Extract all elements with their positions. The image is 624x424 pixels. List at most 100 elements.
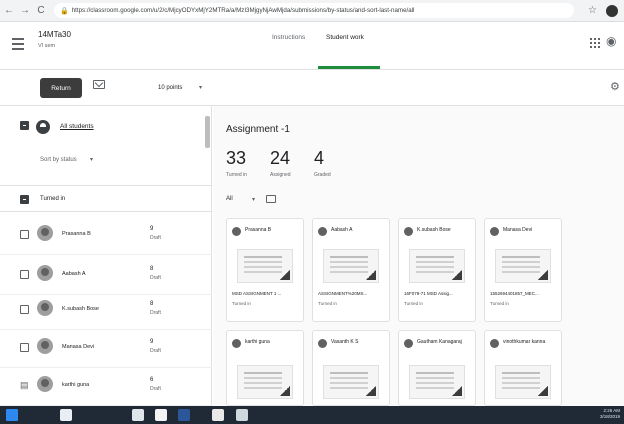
card-file-name[interactable]: MSD ASSIGNMENT 1 ...	[232, 291, 281, 296]
back-button[interactable]: ←	[2, 5, 16, 16]
file-thumbnail[interactable]	[495, 365, 551, 399]
roster-scrollbar[interactable]	[205, 116, 210, 148]
card-student-name: Aabash A	[331, 227, 353, 233]
student-grade[interactable]: 8	[150, 266, 153, 272]
submission-card[interactable]: Vasanth K S	[312, 330, 390, 406]
acrobat-icon[interactable]	[212, 409, 224, 421]
system-clock[interactable]: 2:26 AM 3/18/2019	[594, 408, 620, 420]
student-name: karthi guna	[62, 382, 90, 388]
file-thumbnail[interactable]	[409, 365, 465, 399]
os-taskbar: 2:26 AM 3/18/2019	[0, 406, 624, 424]
sort-select[interactable]: Sort by status	[40, 157, 77, 163]
tab-instructions[interactable]: Instructions	[272, 34, 305, 41]
app-icon[interactable]	[236, 409, 248, 421]
student-grade[interactable]: 9	[150, 226, 153, 232]
submission-card[interactable]: karthi guna	[226, 330, 304, 406]
student-checkbox[interactable]	[20, 230, 29, 239]
app-header: 14MTa30 VI sem Instructions Student work…	[0, 22, 624, 70]
account-icon[interactable]: ◉	[606, 34, 616, 48]
file-thumbnail[interactable]	[323, 249, 379, 283]
student-checkbox[interactable]	[20, 270, 29, 279]
submission-card[interactable]: Gautham Kanagaraj	[398, 330, 476, 406]
excel-icon[interactable]	[178, 409, 190, 421]
windows-start-icon[interactable]	[6, 409, 18, 421]
select-all-checkbox[interactable]	[20, 121, 29, 130]
apps-grid-icon[interactable]	[590, 38, 600, 48]
gear-icon[interactable]: ⚙	[610, 80, 620, 93]
stat-turned-in-count: 33	[226, 148, 247, 168]
guardian-icon[interactable]: ▤	[20, 380, 29, 391]
email-icon[interactable]	[93, 80, 105, 89]
student-name: K.subash Bose	[62, 306, 99, 312]
student-status: Draft	[150, 235, 161, 241]
browser-toolbar: ← → C 🔒 https://classroom.google.com/u/2…	[0, 0, 624, 22]
file-thumbnail[interactable]	[323, 365, 379, 399]
chevron-down-icon[interactable]: ▾	[90, 156, 93, 163]
filter-select[interactable]: All	[226, 196, 233, 202]
chrome-icon[interactable]	[132, 409, 144, 421]
file-thumbnail[interactable]	[495, 249, 551, 283]
student-row[interactable]: Prasanna B 9 Draft	[0, 215, 212, 255]
student-checkbox[interactable]	[20, 305, 29, 314]
word-icon[interactable]	[155, 409, 167, 421]
url-text: https://classroom.google.com/u/2/c/MjcyO…	[71, 7, 415, 14]
class-title[interactable]: 14MTa30	[38, 30, 71, 39]
student-row[interactable]: K.subash Bose 8 Draft	[0, 290, 212, 330]
file-thumbnail[interactable]	[409, 249, 465, 283]
all-students-link[interactable]: All students	[60, 123, 94, 130]
student-row[interactable]: ▤ karthi guna 6 Draft	[0, 366, 212, 406]
student-name: Prasanna B	[62, 231, 91, 237]
student-status: Draft	[150, 386, 161, 392]
student-checkbox[interactable]	[20, 343, 29, 352]
points-select[interactable]: 10 points	[158, 85, 182, 91]
card-status: Turned in	[232, 301, 251, 306]
forward-button[interactable]: →	[18, 5, 32, 16]
hamburger-icon[interactable]	[12, 38, 24, 53]
submission-card[interactable]: vinothkumar kanna	[484, 330, 562, 406]
chevron-down-icon[interactable]: ▾	[199, 84, 202, 91]
student-grade[interactable]: 8	[150, 301, 153, 307]
divider	[0, 211, 212, 212]
reload-button[interactable]: C	[34, 5, 48, 16]
student-row[interactable]: Manasa Devi 9 Draft	[0, 328, 212, 368]
bookmark-star-icon[interactable]: ☆	[588, 5, 597, 16]
student-grade[interactable]: 9	[150, 339, 153, 345]
avatar	[490, 339, 499, 348]
lock-icon: 🔒	[60, 7, 69, 15]
folder-icon[interactable]	[266, 195, 276, 203]
file-thumbnail[interactable]	[237, 365, 293, 399]
return-button[interactable]: Return	[40, 78, 82, 98]
avatar	[404, 339, 413, 348]
section-header-turned-in: Turned in	[40, 196, 66, 202]
submission-card[interactable]: Prasanna B MSD ASSIGNMENT 1 ... Turned i…	[226, 218, 304, 322]
stat-turned-in-label: Turned in	[226, 172, 247, 178]
card-status: Turned in	[318, 301, 337, 306]
chevron-down-icon[interactable]: ▾	[252, 196, 255, 203]
stat-graded-count: 4	[314, 148, 325, 168]
file-thumbnail[interactable]	[237, 249, 293, 283]
submission-card[interactable]: Manasa Devi 1552694401857_MEC... Turned …	[484, 218, 562, 322]
stat-assigned-count: 24	[270, 148, 291, 168]
student-grade[interactable]: 6	[150, 377, 153, 383]
address-bar[interactable]: 🔒 https://classroom.google.com/u/2/c/Mjc…	[54, 3, 574, 18]
divider	[0, 185, 212, 186]
section-checkbox[interactable]	[20, 195, 29, 204]
student-row[interactable]: Aabash A 8 Draft	[0, 255, 212, 295]
card-file-name[interactable]: ASSIGNMENT%20MS...	[318, 291, 367, 296]
student-status: Draft	[150, 310, 161, 316]
avatar	[404, 227, 413, 236]
avatar	[37, 300, 53, 316]
class-section: VI sem	[38, 43, 56, 49]
card-student-name: Prasanna B	[245, 227, 272, 233]
browser-profile-avatar[interactable]	[606, 5, 618, 17]
tab-student-work[interactable]: Student work	[326, 34, 364, 41]
submission-card[interactable]: Aabash A ASSIGNMENT%20MS... Turned in	[312, 218, 390, 322]
submission-card[interactable]: K.subash Bose 16F079-71 MSD Assig... Tur…	[398, 218, 476, 322]
file-explorer-icon[interactable]	[60, 409, 72, 421]
card-student-name: karthi guna	[245, 339, 270, 345]
group-icon	[36, 120, 50, 134]
avatar	[37, 338, 53, 354]
card-file-name[interactable]: 16F079-71 MSD Assig...	[404, 291, 453, 296]
grading-toolbar: Return 10 points ▾ ⚙	[0, 70, 624, 106]
card-file-name[interactable]: 1552694401857_MEC...	[490, 291, 539, 296]
